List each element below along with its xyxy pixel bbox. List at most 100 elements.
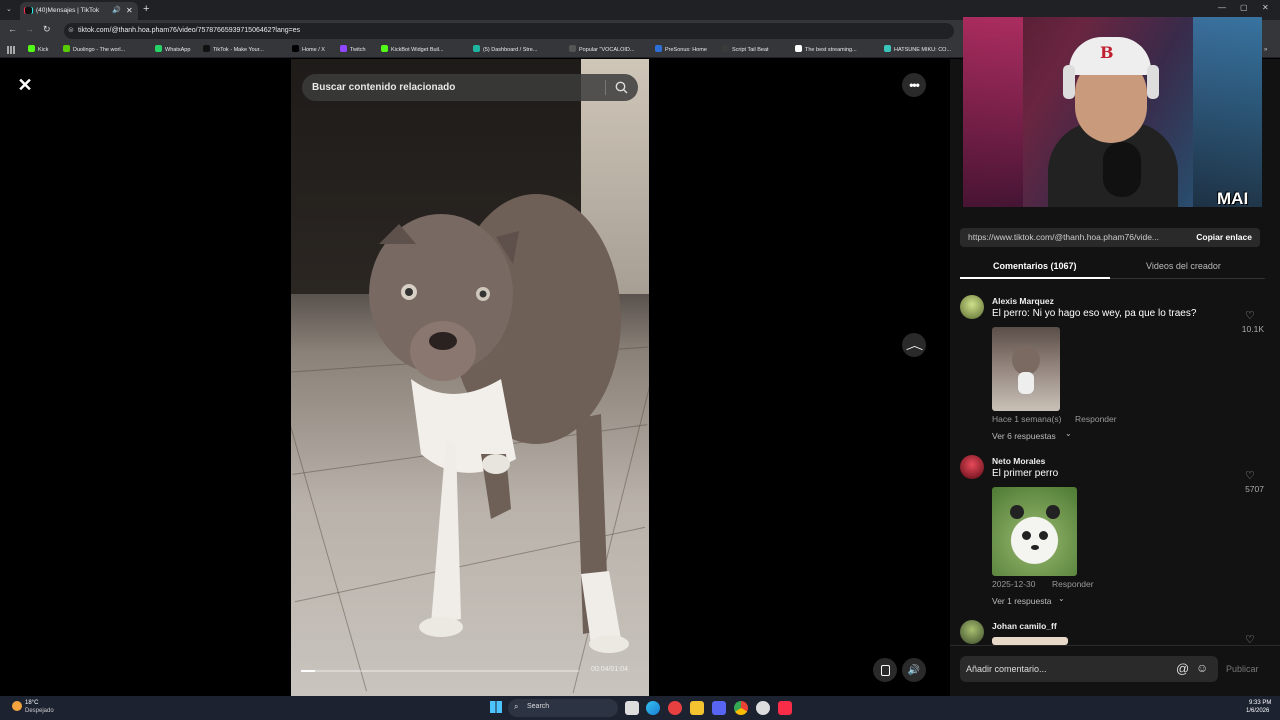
- bookmark-item[interactable]: Duolingo - The worl...: [63, 42, 125, 58]
- volume-button[interactable]: 🔊: [902, 658, 926, 682]
- app-icon[interactable]: [668, 701, 682, 715]
- clock-date[interactable]: 1/6/2026: [1246, 708, 1269, 714]
- new-tab-icon[interactable]: +: [143, 3, 149, 15]
- avatar[interactable]: [960, 295, 984, 319]
- bookmark-item[interactable]: Popular "VOCALOID...: [569, 42, 634, 58]
- reply-button[interactable]: Responder: [1075, 414, 1117, 424]
- comment-text: El perro: Ni yo hago eso wey, pa que lo …: [992, 308, 1197, 319]
- reload-icon[interactable]: ↻: [43, 24, 51, 35]
- bookmark-favicon-icon: [340, 45, 347, 52]
- reply-button[interactable]: Responder: [1052, 579, 1094, 589]
- chatgpt-icon[interactable]: [756, 701, 770, 715]
- bookmark-item[interactable]: (5) Dashboard / Stre...: [473, 42, 537, 58]
- bookmark-label: Twitch: [350, 47, 366, 53]
- bookmark-favicon-icon: [63, 45, 70, 52]
- bookmark-item[interactable]: Home / X: [292, 42, 325, 58]
- tiktok-tab-icon: [25, 7, 32, 14]
- bookmark-item[interactable]: The best streaming...: [795, 42, 857, 58]
- tab-close-icon[interactable]: ✕: [126, 2, 133, 20]
- add-comment-input[interactable]: Añadir comentario... @ ☺: [960, 656, 1218, 682]
- bookmark-item[interactable]: WhatsApp: [155, 42, 190, 58]
- previous-video-button[interactable]: ︿: [902, 333, 926, 357]
- taskbar-search-label: Search: [527, 703, 550, 710]
- tab-list-chevron-icon[interactable]: ⌄: [6, 5, 12, 13]
- bookmark-item[interactable]: HATSUNE MIKU: CO...: [884, 42, 951, 58]
- tab-title: (40)Mensajes | TikTok: [36, 7, 100, 14]
- chrome-icon[interactable]: [734, 701, 748, 715]
- comment-image-dog-chest: [1018, 372, 1034, 394]
- comment-image-panda[interactable]: [992, 487, 1077, 576]
- video-progress-track[interactable]: [301, 670, 579, 672]
- video-time: 00:04/01:04: [591, 666, 628, 673]
- comment-username[interactable]: Neto Morales: [992, 456, 1045, 466]
- site-info-icon[interactable]: ⊜: [68, 23, 74, 39]
- search-icon[interactable]: [615, 81, 628, 94]
- bookmark-label: Script Tail Beat: [732, 47, 769, 53]
- bookmark-favicon-icon: [655, 45, 662, 52]
- view-replies-button[interactable]: Ver 1 respuesta: [992, 596, 1052, 606]
- panda-ear: [1046, 505, 1060, 519]
- bookmark-item[interactable]: Script Tail Beat: [722, 42, 769, 58]
- comment-username[interactable]: Johan camilo_ff: [992, 621, 1057, 631]
- bookmark-item[interactable]: Kick: [28, 42, 48, 58]
- bookmark-label: (5) Dashboard / Stre...: [483, 47, 538, 53]
- comment-image-dog[interactable]: [992, 327, 1060, 411]
- chevron-down-icon[interactable]: ⌄: [1065, 429, 1072, 438]
- close-video-button[interactable]: ✕: [13, 73, 37, 97]
- file-explorer-icon[interactable]: [690, 701, 704, 715]
- task-view-icon[interactable]: [625, 701, 639, 715]
- edge-icon[interactable]: [646, 701, 660, 715]
- tab-audio-icon[interactable]: 🔊: [112, 2, 121, 20]
- bookmarks-overflow-icon[interactable]: »: [1264, 42, 1267, 58]
- share-link-box: https://www.tiktok.com/@thanh.hoa.pham76…: [960, 228, 1260, 247]
- panda-eye: [1039, 531, 1048, 540]
- bookmark-label: HATSUNE MIKU: CO...: [894, 47, 952, 53]
- clock-time[interactable]: 9:33 PM: [1249, 700, 1271, 706]
- bookmark-label: Popular "VOCALOID...: [579, 47, 635, 53]
- minimize-icon[interactable]: —: [1218, 3, 1226, 12]
- weather-icon[interactable]: [12, 701, 22, 711]
- bookmark-label: PreSonus: Home: [665, 47, 707, 53]
- copy-link-button[interactable]: Copiar enlace: [1196, 228, 1252, 247]
- weather-temp[interactable]: 18°C: [25, 700, 38, 706]
- webcam-light-right: [1193, 17, 1262, 207]
- more-options-button[interactable]: •••: [902, 73, 926, 97]
- search-divider: [605, 80, 606, 95]
- mention-icon[interactable]: @: [1176, 661, 1189, 676]
- bookmark-item[interactable]: PreSonus: Home: [655, 42, 707, 58]
- publish-button[interactable]: Publicar: [1226, 664, 1259, 674]
- pip-button[interactable]: [873, 658, 897, 682]
- related-search-input[interactable]: Buscar contenido relacionado: [302, 74, 638, 101]
- url-field[interactable]: ⊜ tiktok.com/@thanh.hoa.pham76/video/757…: [64, 23, 954, 39]
- emoji-icon[interactable]: ☺: [1196, 661, 1208, 675]
- video-player[interactable]: 00:04/01:04: [291, 59, 649, 696]
- bookmark-item[interactable]: KickBot Widget Buil...: [381, 42, 444, 58]
- like-heart-icon[interactable]: ♡: [1245, 309, 1255, 322]
- chevron-down-icon[interactable]: ⌄: [1058, 594, 1065, 603]
- share-link[interactable]: https://www.tiktok.com/@thanh.hoa.pham76…: [968, 228, 1180, 247]
- close-window-icon[interactable]: ✕: [1262, 3, 1269, 12]
- music-app-icon[interactable]: [778, 701, 792, 715]
- bookmark-item[interactable]: TikTok - Make Your...: [203, 42, 264, 58]
- start-windows-icon[interactable]: [490, 701, 502, 713]
- bookmark-favicon-icon: [155, 45, 162, 52]
- view-replies-button[interactable]: Ver 6 respuestas: [992, 431, 1056, 441]
- tab-creator-videos[interactable]: Videos del creador: [1146, 261, 1221, 271]
- browser-tab[interactable]: (40)Mensajes | TikTok 🔊 ✕: [20, 2, 138, 20]
- comment-username[interactable]: Alexis Marquez: [992, 296, 1054, 306]
- taskbar-search[interactable]: ⌕ Search: [508, 699, 618, 717]
- forward-icon[interactable]: →: [25, 24, 34, 34]
- bookmark-label: The best streaming...: [805, 47, 857, 53]
- discord-icon[interactable]: [712, 701, 726, 715]
- maximize-icon[interactable]: ▢: [1240, 3, 1248, 12]
- bookmark-label: KickBot Widget Buil...: [391, 47, 444, 53]
- bookmark-favicon-icon: [884, 45, 891, 52]
- more-dots-icon: •••: [909, 78, 920, 92]
- avatar[interactable]: [960, 620, 984, 644]
- bookmark-item[interactable]: Twitch: [340, 42, 366, 58]
- avatar[interactable]: [960, 455, 984, 479]
- apps-grid-icon[interactable]: [7, 46, 15, 54]
- tab-comments[interactable]: Comentarios (1067): [993, 261, 1077, 271]
- back-icon[interactable]: ←: [8, 24, 17, 34]
- like-heart-icon[interactable]: ♡: [1245, 469, 1255, 482]
